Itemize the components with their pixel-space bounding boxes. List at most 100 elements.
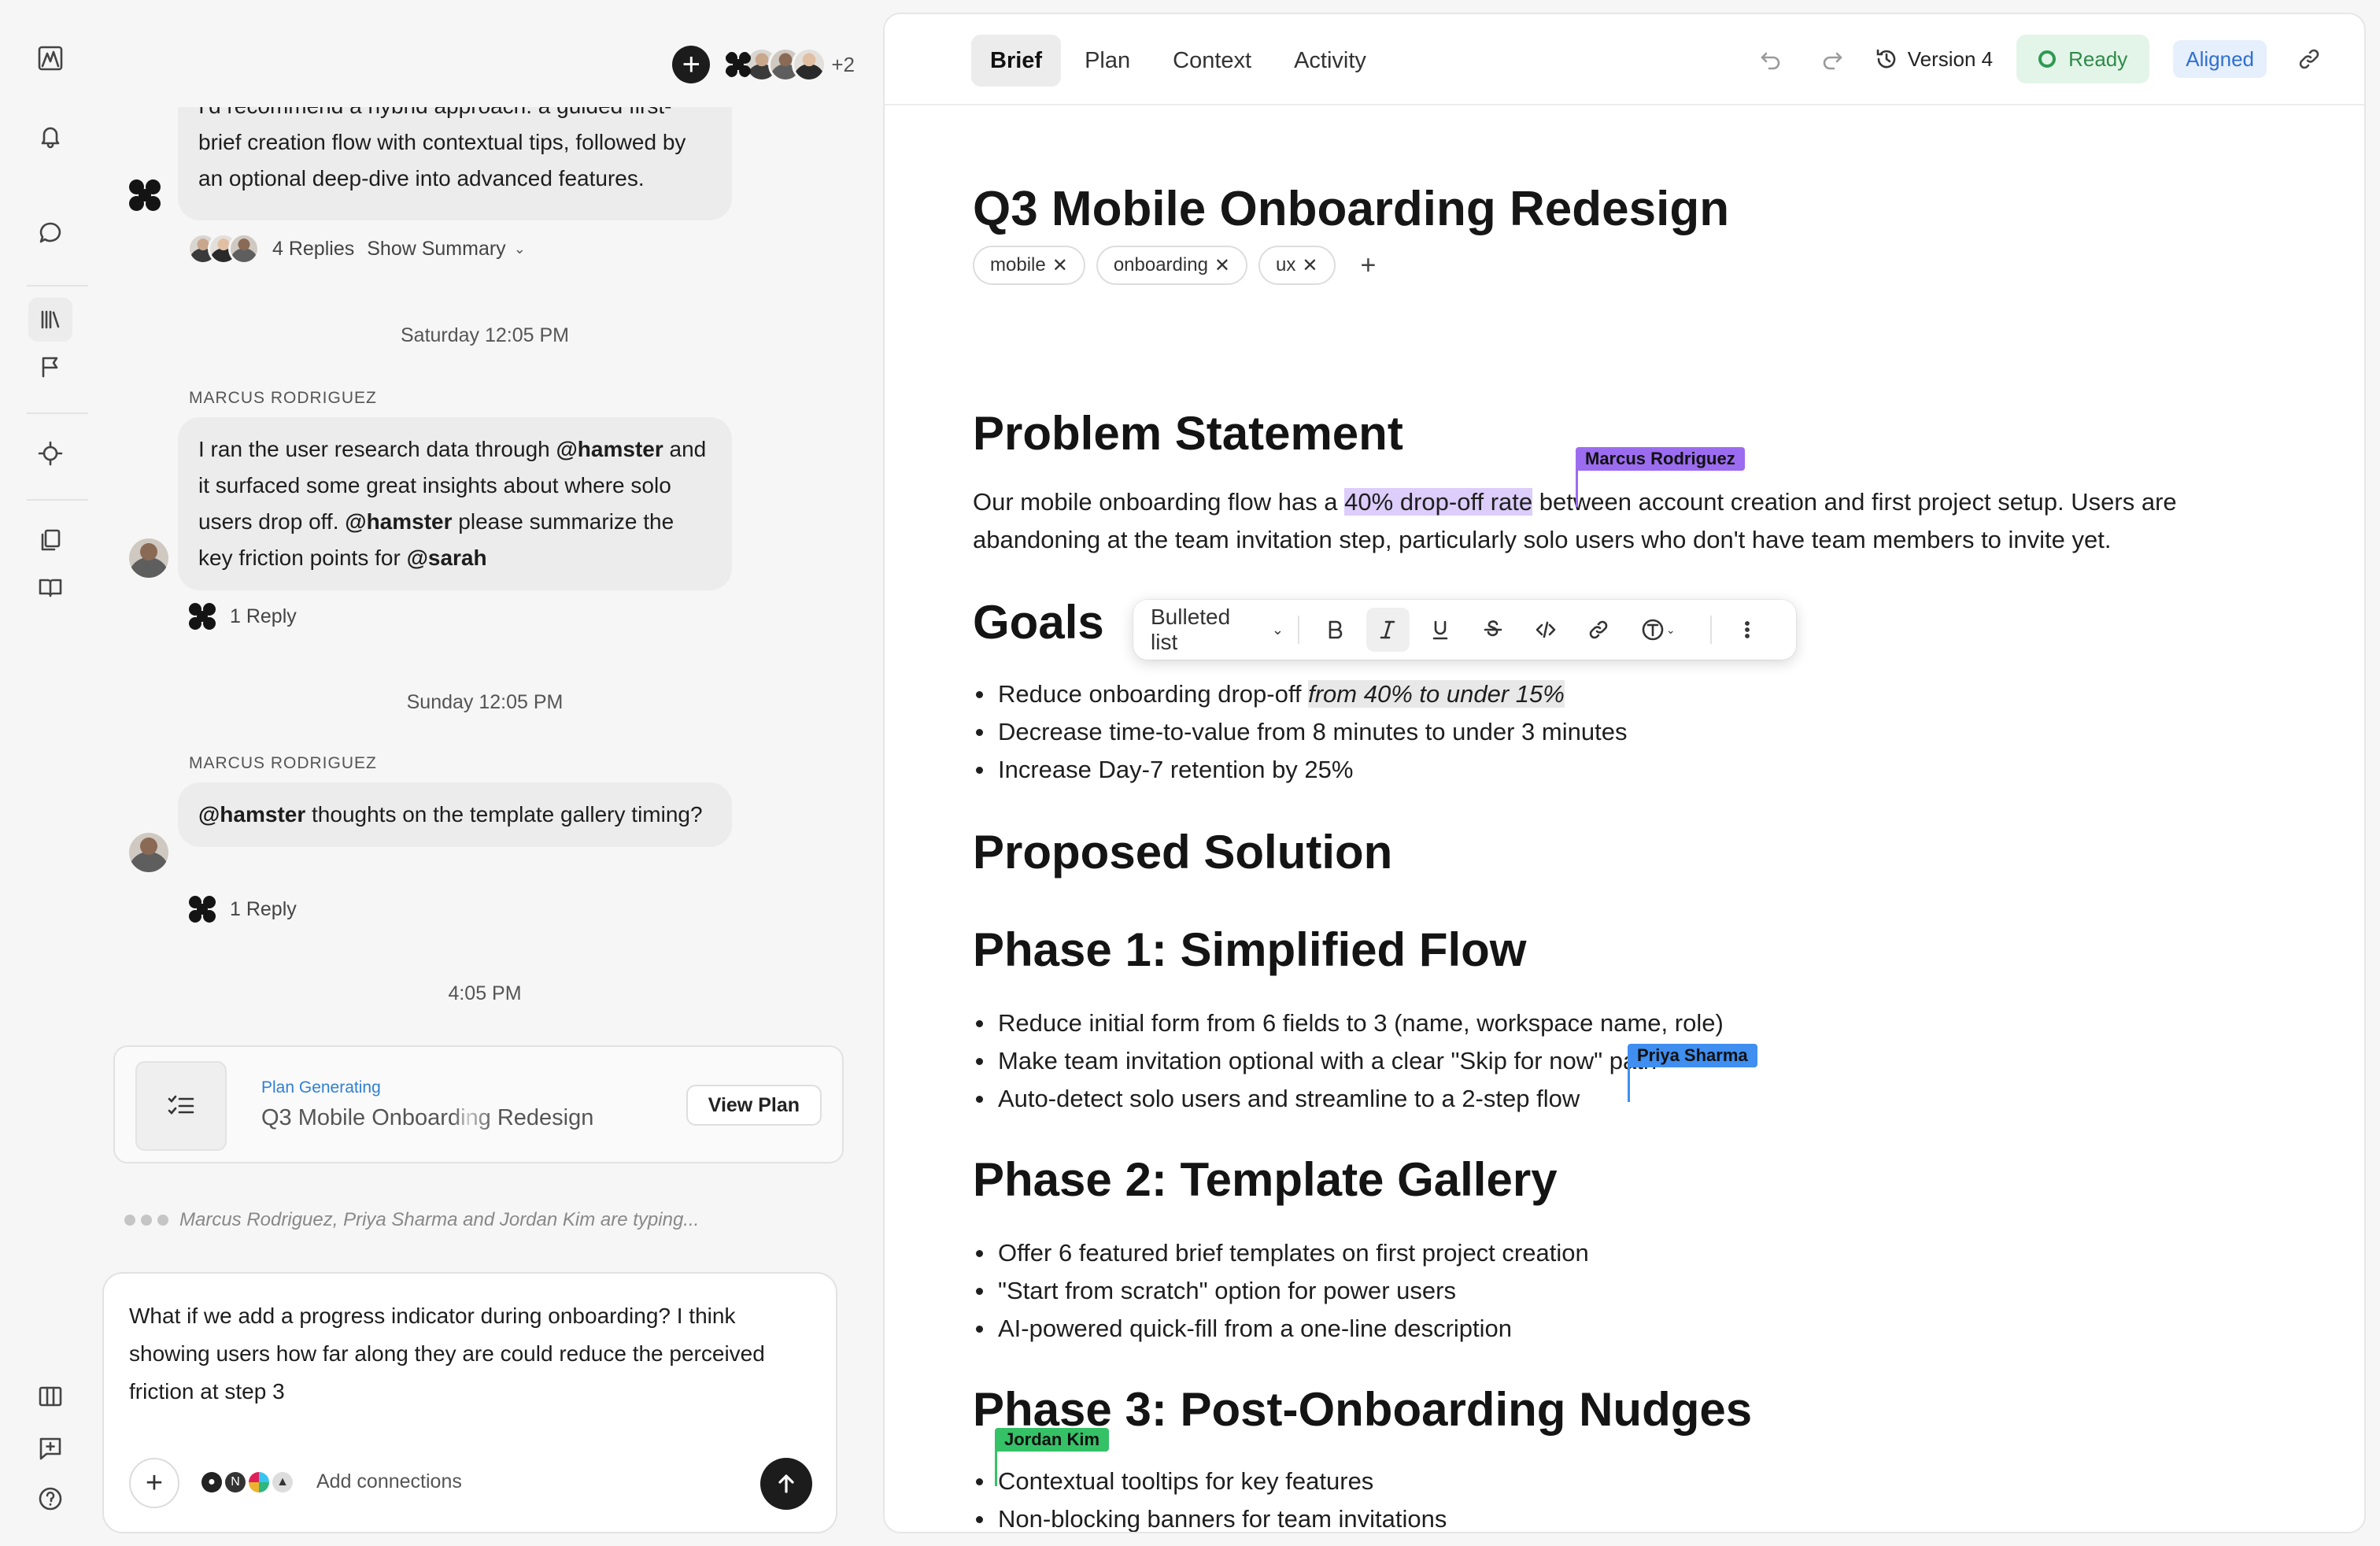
list-item[interactable]: Reduce initial form from 6 fields to 3 (…	[973, 1004, 1724, 1042]
plan-card[interactable]: Plan Generating Q3 Mobile Onboarding Red…	[113, 1045, 844, 1163]
list-item[interactable]: Non-blocking banners for team invitation…	[973, 1500, 1447, 1532]
thread-replies[interactable]: 1 Reply	[187, 601, 297, 631]
list-item[interactable]: Contextual tooltips for key features	[973, 1463, 1447, 1500]
more-options-button[interactable]	[1726, 608, 1769, 652]
list-item[interactable]: Auto-detect solo users and streamline to…	[973, 1080, 1724, 1118]
list-item[interactable]: Offer 6 featured brief templates on firs…	[973, 1234, 1589, 1272]
list-item[interactable]: Decrease time-to-value from 8 minutes to…	[973, 713, 1627, 751]
list-item[interactable]: Increase Day-7 retention by 25%	[973, 751, 1627, 789]
list-item[interactable]: Make team invitation optional with a cle…	[973, 1042, 1724, 1080]
tag-chip[interactable]: ux ✕	[1258, 246, 1336, 285]
reply-count[interactable]: 4 Replies	[272, 238, 354, 261]
bell-icon[interactable]	[28, 113, 72, 157]
strikethrough-button[interactable]	[1472, 608, 1515, 652]
redo-button[interactable]	[1813, 40, 1851, 78]
flag-icon[interactable]	[28, 345, 72, 389]
document-toolbar: Version 4 Ready Aligned	[1752, 35, 2328, 83]
close-icon[interactable]: ✕	[1052, 254, 1068, 277]
undo-icon	[1761, 52, 1779, 70]
selected-text[interactable]: from 40% to under 15%	[1308, 680, 1565, 708]
bold-button[interactable]	[1314, 608, 1357, 652]
date-separator: 4:05 PM	[448, 982, 522, 1004]
collaborator-cursor	[995, 1452, 997, 1486]
library-icon[interactable]	[28, 298, 72, 342]
undo-button[interactable]	[1752, 40, 1790, 78]
list-item[interactable]: Reduce onboarding drop-off from 40% to u…	[973, 675, 1627, 713]
app-logo-icon[interactable]	[28, 36, 72, 80]
book-icon[interactable]	[28, 565, 72, 609]
reply-count[interactable]: 1 Reply	[230, 605, 297, 628]
tab-brief[interactable]: Brief	[971, 35, 1062, 87]
text-color-button[interactable]: ⌄	[1629, 608, 1687, 652]
message-composer[interactable]: What if we add a progress indicator duri…	[102, 1272, 837, 1533]
avatar-overflow-count: +2	[831, 52, 855, 76]
thread-replies[interactable]: 4 Replies Show Summary ⌄	[187, 233, 526, 264]
link-button[interactable]	[1577, 608, 1621, 652]
add-connections-button[interactable]: Add connections	[316, 1470, 462, 1493]
tag-chip[interactable]: mobile ✕	[973, 246, 1085, 285]
collaborator-cursor-label: Priya Sharma	[1628, 1044, 1757, 1067]
message-text: thoughts on the template gallery timing?	[305, 802, 703, 827]
underline-button[interactable]	[1419, 608, 1462, 652]
mention[interactable]: @hamster	[198, 802, 305, 827]
plan-status: Plan Generating	[261, 1078, 381, 1097]
collaborator-cursor-label: Jordan Kim	[995, 1428, 1110, 1452]
status-badge-ready[interactable]: Ready	[2016, 35, 2150, 83]
code-button[interactable]	[1524, 608, 1568, 652]
chat-bubble-icon[interactable]	[28, 211, 72, 255]
document-title[interactable]: Q3 Mobile Onboarding Redesign	[973, 181, 1729, 237]
section-heading: Problem Statement	[973, 407, 1403, 460]
section-heading: Phase 1: Simplified Flow	[973, 923, 1527, 976]
list-item-text: Reduce onboarding drop-off	[998, 680, 1309, 708]
version-button[interactable]: Version 4	[1875, 47, 1993, 72]
mention[interactable]: @hamster	[345, 509, 452, 534]
date-separator: Saturday 12:05 PM	[400, 324, 569, 346]
avatar	[228, 233, 260, 264]
block-type-select[interactable]: Bulleted list ⌄	[1151, 605, 1284, 655]
close-icon[interactable]: ✕	[1302, 254, 1318, 277]
new-chat-button[interactable]: +	[672, 46, 711, 83]
hamster-logo-icon	[187, 601, 217, 631]
share-link-button[interactable]	[2290, 40, 2328, 78]
target-icon[interactable]	[28, 431, 72, 475]
document-header: Brief Plan Context Activity Version 4 Re…	[885, 14, 2364, 105]
add-tag-button[interactable]: +	[1361, 250, 1377, 281]
italic-button[interactable]	[1366, 608, 1410, 652]
help-icon[interactable]	[28, 1477, 72, 1521]
list-item[interactable]: "Start from scratch" option for power us…	[973, 1272, 1589, 1310]
view-plan-button[interactable]: View Plan	[686, 1085, 822, 1126]
mention[interactable]: @sarah	[407, 546, 487, 570]
show-summary-button[interactable]: Show Summary ⌄	[367, 238, 526, 261]
composer-input[interactable]: What if we add a progress indicator duri…	[129, 1297, 806, 1411]
hamster-avatar	[128, 178, 167, 217]
hamster-logo-icon	[128, 178, 162, 213]
thread-replies[interactable]: 1 Reply	[187, 894, 297, 924]
underline-icon	[1432, 620, 1448, 640]
tag-chip[interactable]: onboarding ✕	[1096, 246, 1248, 285]
tab-plan[interactable]: Plan	[1066, 35, 1149, 87]
mention[interactable]: @hamster	[556, 437, 663, 461]
tab-activity[interactable]: Activity	[1275, 35, 1385, 87]
participants[interactable]: +2	[721, 47, 855, 82]
reply-count[interactable]: 1 Reply	[230, 898, 297, 921]
chevron-down-icon: ⌄	[1271, 621, 1284, 638]
document-tabs: Brief Plan Context Activity	[971, 35, 1385, 87]
reply-avatars	[187, 233, 260, 264]
notion-icon: N	[225, 1472, 246, 1492]
close-icon[interactable]: ✕	[1214, 254, 1230, 277]
documents-icon[interactable]	[28, 518, 72, 562]
goals-list: Reduce onboarding drop-off from 40% to u…	[973, 675, 1627, 789]
tab-context[interactable]: Context	[1154, 35, 1270, 87]
status-badge-aligned[interactable]: Aligned	[2173, 40, 2267, 78]
avatar	[129, 538, 168, 578]
columns-icon[interactable]	[28, 1374, 72, 1418]
phase1-list: Reduce initial form from 6 fields to 3 (…	[973, 1004, 1724, 1118]
list-item[interactable]: AI-powered quick-fill from a one-line de…	[973, 1310, 1589, 1348]
feedback-icon[interactable]	[28, 1426, 72, 1470]
attach-button[interactable]: +	[129, 1458, 179, 1508]
highlighted-text[interactable]: 40% drop-off rate	[1344, 488, 1533, 516]
send-button[interactable]	[760, 1458, 812, 1510]
connection-icons[interactable]: ● N ▲	[201, 1472, 293, 1492]
collaborator-cursor	[1576, 471, 1578, 507]
typing-text: Marcus Rodriguez, Priya Sharma and Jorda…	[179, 1209, 700, 1230]
